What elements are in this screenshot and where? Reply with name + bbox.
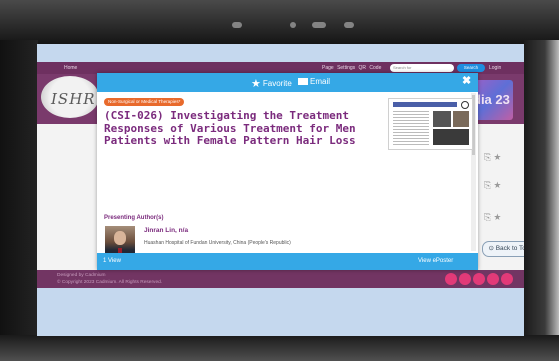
laptop-frame: Home Page Settings QR Code Search for Se… [0, 0, 559, 361]
email-button[interactable]: Email [298, 77, 330, 86]
category-tag: Non-Surgical or Medical Therapies* [104, 98, 185, 106]
thumbnail-photo [453, 111, 469, 127]
camera-sensor [290, 22, 296, 28]
site-search-button[interactable]: Search [457, 64, 485, 72]
star-icon: ★ [251, 78, 261, 90]
author-name[interactable]: Jinran Lin, n/a [144, 227, 188, 234]
view-eposter-link[interactable]: View ePoster [418, 258, 453, 264]
row-action-icons[interactable]: ⎘ ★ [484, 212, 501, 223]
social-icon[interactable] [445, 273, 457, 285]
laptop-bottom-bezel [0, 335, 559, 361]
society-logo: ISHR [41, 76, 99, 118]
laptop-right-bezel [524, 40, 559, 340]
eposter-thumbnail[interactable] [388, 98, 473, 150]
screen: Home Page Settings QR Code Search for Se… [37, 44, 524, 336]
event-logo-text: dia 23 [473, 92, 510, 107]
abstract-title: (CSI-026) Investigating the Treatment Re… [104, 109, 356, 147]
footer-designed-by: Designed by Cadmium [57, 273, 106, 278]
nav-links[interactable]: Page Settings QR Code [322, 65, 381, 71]
view-count: 1 View [103, 258, 121, 264]
society-logo-text: ISHR [51, 90, 96, 108]
avatar-face [114, 231, 126, 245]
thumbnail-title-bar [393, 102, 457, 107]
thumbnail-text [393, 111, 429, 147]
camera-sensor [344, 22, 354, 28]
social-icon[interactable] [501, 273, 513, 285]
row-action-icons[interactable]: ⎘ ★ [484, 152, 501, 163]
laptop-top-bezel [0, 0, 559, 44]
back-to-top-button[interactable]: ⊙ Back to Top [482, 241, 524, 257]
thumbnail-logo [461, 101, 469, 109]
row-action-icons[interactable]: ⎘ ★ [484, 180, 501, 191]
social-icon[interactable] [459, 273, 471, 285]
modal-header: ★ Favorite Email ✖ [97, 73, 478, 92]
thumbnail-photo [433, 111, 451, 127]
abstract-modal: ★ Favorite Email ✖ Non-Surgical or Medica… [97, 73, 478, 270]
footer-copyright: © Copyright 2023 Cadmium. All Rights Res… [57, 280, 163, 285]
site-search-input[interactable]: Search for [390, 64, 454, 72]
social-icon[interactable] [473, 273, 485, 285]
laptop-left-bezel [0, 40, 38, 340]
nav-home-link[interactable]: Home [64, 65, 77, 71]
social-icon[interactable] [487, 273, 499, 285]
favorite-label: Favorite [262, 79, 292, 88]
author-affiliation: Huashan Hospital of Fundan University, C… [144, 240, 291, 246]
email-label: Email [310, 77, 331, 86]
thumbnail-photo [433, 129, 469, 145]
favorite-button[interactable]: ★ Favorite [251, 76, 292, 90]
camera-lens [312, 22, 326, 28]
close-icon[interactable]: ✖ [462, 74, 471, 87]
camera-sensor [232, 22, 242, 28]
mail-icon [298, 78, 308, 85]
modal-footer: 1 View View ePoster [97, 253, 478, 270]
presenting-author-label: Presenting Author(s) [104, 215, 164, 221]
nav-login-link[interactable]: Login [489, 65, 501, 71]
